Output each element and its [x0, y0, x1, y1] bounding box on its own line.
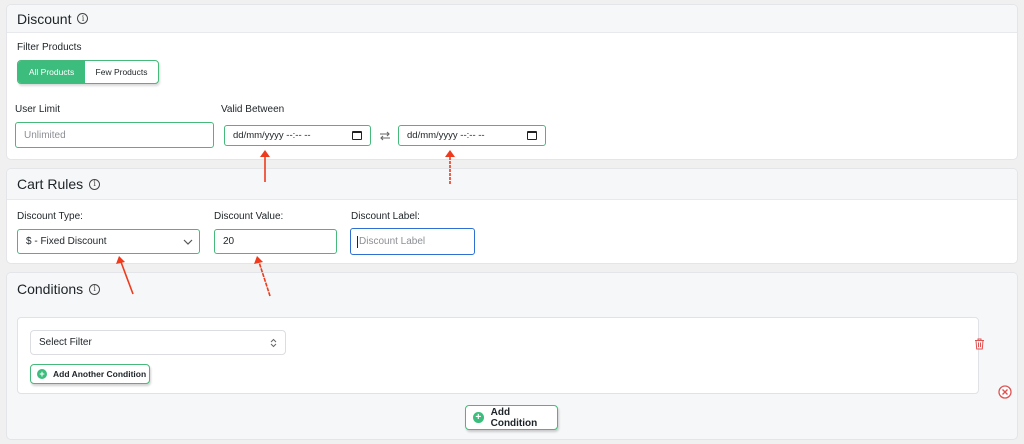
- up-down-chevron-icon: [270, 338, 277, 348]
- valid-to-date-text: dd/mm/yyyy --:-- --: [407, 130, 485, 141]
- select-filter-dropdown[interactable]: Select Filter: [30, 330, 286, 355]
- close-circle-icon[interactable]: [998, 385, 1012, 399]
- info-icon[interactable]: i: [89, 178, 101, 190]
- red-arrow-icon: [116, 256, 134, 295]
- discount-panel-title: Discount: [17, 10, 72, 27]
- add-condition-button[interactable]: + Add Condition: [465, 405, 558, 430]
- discount-type-label: Discount Type:: [17, 211, 83, 222]
- cart-rules-panel: Cart Rules i Discount Type: $ - Fixed Di…: [6, 168, 1018, 264]
- info-icon[interactable]: i: [77, 13, 89, 24]
- cart-rules-panel-title: Cart Rules: [17, 176, 84, 192]
- info-icon[interactable]: i: [89, 283, 101, 295]
- user-limit-label: User Limit: [15, 104, 61, 115]
- valid-from-date-input[interactable]: dd/mm/yyyy --:-- --: [224, 125, 371, 146]
- swap-arrows-icon: [380, 131, 390, 141]
- valid-to-date-input[interactable]: dd/mm/yyyy --:-- --: [398, 125, 546, 146]
- calendar-icon[interactable]: [527, 130, 537, 140]
- red-arrow-icon: [260, 150, 270, 182]
- calendar-icon[interactable]: [352, 130, 362, 140]
- discount-type-select[interactable]: $ - Fixed Discount: [17, 229, 200, 254]
- discount-label-label: Discount Label:: [351, 211, 420, 222]
- add-condition-label: Add Condition: [490, 406, 538, 429]
- add-another-condition-label: Add Another Condition: [53, 369, 147, 379]
- filter-products-toggle: All Products Few Products: [17, 60, 159, 84]
- user-limit-placeholder: Unlimited: [24, 129, 66, 141]
- red-arrow-icon: [254, 256, 271, 297]
- filter-all-products-button[interactable]: All Products: [18, 61, 86, 83]
- valid-from-date-text: dd/mm/yyyy --:-- --: [233, 130, 311, 141]
- user-limit-input[interactable]: Unlimited: [15, 122, 214, 148]
- conditions-panel-title: Conditions: [17, 281, 84, 297]
- discount-value-input[interactable]: 20: [214, 229, 337, 254]
- discount-panel-header: Discount i: [7, 5, 1017, 33]
- conditions-panel-header: Conditions i: [7, 273, 1017, 305]
- cart-rules-panel-header: Cart Rules i: [7, 169, 1017, 200]
- filter-products-label: Filter Products: [17, 42, 82, 53]
- plus-circle-icon: +: [37, 369, 47, 379]
- text-cursor: [357, 235, 358, 248]
- red-arrow-icon: [445, 150, 455, 184]
- filter-few-products-button[interactable]: Few Products: [85, 61, 158, 83]
- trash-icon[interactable]: [974, 338, 985, 350]
- valid-between-label: Valid Between: [221, 104, 285, 115]
- conditions-panel: Conditions i Select Filter + Add Another…: [6, 272, 1018, 440]
- discount-value-label: Discount Value:: [214, 211, 284, 222]
- add-another-condition-button[interactable]: + Add Another Condition: [30, 364, 150, 384]
- condition-card: Select Filter + Add Another Condition: [17, 317, 984, 394]
- discount-panel: Discount i Filter Products All Products …: [6, 4, 1018, 160]
- chevron-down-icon: [183, 239, 193, 245]
- select-filter-value: Select Filter: [39, 337, 92, 348]
- discount-label-input[interactable]: Discount Label: [350, 228, 475, 255]
- discount-value-text: 20: [223, 236, 235, 247]
- plus-circle-icon: +: [473, 412, 484, 423]
- discount-type-value: $ - Fixed Discount: [26, 236, 107, 247]
- discount-label-placeholder: Discount Label: [359, 236, 426, 247]
